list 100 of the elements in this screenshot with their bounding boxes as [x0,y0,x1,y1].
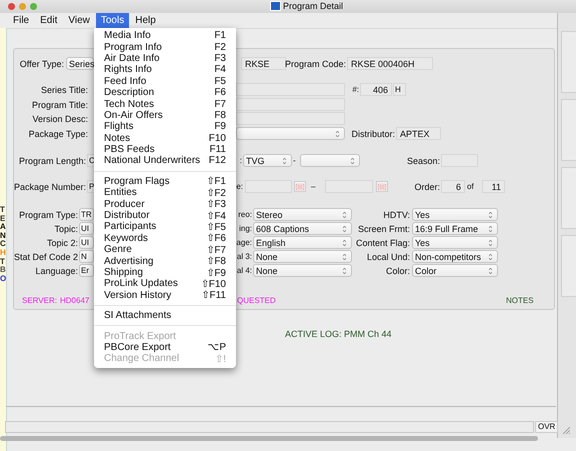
field-label: Distributor: [350,128,395,140]
zoom-button[interactable] [30,3,37,10]
dropdown[interactable]: English [253,236,352,249]
menu-item[interactable]: Feed Info F5 [94,76,236,87]
dropdown[interactable]: Series [66,57,94,70]
field-label: Topic 2: [46,236,78,249]
menu-item[interactable]: Tools [96,13,130,28]
dropdown[interactable]: Er [79,264,94,277]
field-label: age: [237,237,252,249]
menu-item[interactable]: Description F6 [94,86,236,98]
text-field[interactable] [236,112,345,125]
updown-arrows-icon [489,226,492,232]
menu-item[interactable]: Participants ⇧F5 [94,221,236,233]
menu-item[interactable]: Shipping ⇧F9 [94,266,236,278]
text-field[interactable]: RKSE 000406H [347,57,433,70]
menu-item[interactable]: Genre ⇧F7 [94,244,236,256]
field-label: – [311,181,316,193]
status-message: NOTES [506,296,535,305]
updown-arrows-icon [343,268,346,274]
minimize-button[interactable] [19,3,26,10]
calendar-button[interactable] [376,181,388,192]
dropdown[interactable]: N [79,250,94,263]
dropdown[interactable]: None [253,250,352,263]
menu-item[interactable]: ProLink Updates ⇧F10 [94,278,236,290]
field-label: Offer Type: [18,58,64,70]
text-field[interactable] [236,98,345,111]
dropdown[interactable]: 16:9 Full Frame [412,222,498,235]
updown-arrows-icon [336,131,339,137]
field-label: reo: [237,209,252,221]
updown-arrows-icon [489,268,492,274]
field-label: ing: [238,223,252,235]
dropdown[interactable] [236,127,345,140]
table-text: N [0,232,6,240]
field-label: #: [351,84,359,96]
field-label: Topic: [53,222,78,235]
dropdown[interactable]: UI [79,222,94,235]
text-field[interactable]: 406 [360,83,392,96]
menu-item[interactable]: PBS Feeds F11 [94,144,236,156]
field-label: Series Title: [40,84,88,96]
field-label: - [293,155,297,167]
menu-item[interactable]: Air Date Info F3 [94,52,236,64]
insert-mode: OVR [535,421,558,433]
field-label: HDTV: [382,208,410,221]
menu-item[interactable]: Producer ⇧F3 [94,198,236,210]
dropdown[interactable]: TVG [243,154,292,167]
text-field[interactable]: RKSE [241,57,286,70]
table-text: T [0,206,6,215]
menu-item[interactable]: Program Flags ⇧F1 [94,176,236,188]
calendar-icon [296,184,304,190]
field-label: Version Desc: [31,112,88,125]
dropdown[interactable]: Color [412,264,498,277]
menu-item[interactable]: Tech Notes F7 [94,98,236,110]
dropdown[interactable]: None [253,264,352,277]
field-label: al 3: [237,251,252,263]
dropdown[interactable]: Non-competitors [412,250,498,263]
close-button[interactable] [8,3,15,10]
dropdown[interactable]: TR [79,208,94,221]
menu-item[interactable]: PBCore Export ⌥P [94,342,236,354]
menu-item[interactable]: File [8,13,34,28]
dropdown[interactable] [300,154,360,167]
resize-grip-icon[interactable] [562,426,570,434]
updown-arrows-icon [489,254,492,260]
menu-item[interactable]: Notes F10 [94,132,236,144]
updown-arrows-icon [343,254,346,260]
menu-item[interactable]: Entities ⇧F2 [94,187,236,198]
status-message: QUESTED [237,296,277,305]
dropdown[interactable]: 608 Captions [253,222,352,235]
dropdown[interactable]: Yes [412,208,498,221]
menu-item[interactable]: Distributor ⇧F4 [94,210,236,222]
text-field[interactable]: 6 [441,180,465,193]
menu-item[interactable]: Advertising ⇧F8 [94,255,236,267]
field-label: Local Und: [366,250,410,263]
menu-item[interactable]: Rights Info F4 [94,64,236,76]
menu-item[interactable]: Program Info F2 [94,41,236,53]
menu-item[interactable]: View [63,13,95,28]
dropdown[interactable]: UI [79,236,94,249]
menu-item[interactable]: Help [130,13,161,28]
field-label: Content Flag: [354,236,410,249]
menu-item[interactable]: National Underwriters F12 [94,155,236,167]
text-field[interactable] [236,83,345,96]
menu-item[interactable]: Flights F9 [94,121,236,133]
field-label: of [467,181,475,193]
menu-item[interactable]: Version History ⇧F11 [94,290,236,301]
field-label: Color: [384,264,410,277]
menu-item[interactable]: SI Attachments [94,310,236,322]
menu-item[interactable]: Edit [35,13,62,28]
menu-item[interactable]: On-Air Offers F8 [94,110,236,122]
dropdown[interactable]: Stereo [253,208,352,221]
updown-arrows-icon [343,240,346,246]
calendar-button[interactable] [294,181,306,192]
table-text: H [0,248,6,258]
menu-item[interactable]: Keywords ⇧F6 [94,232,236,244]
text-field[interactable]: H [393,83,406,96]
updown-arrows-icon [283,158,286,164]
text-field[interactable]: 11 [482,180,505,193]
menu-item[interactable]: Media Info F1 [94,30,236,42]
field-label: Season: [406,154,440,167]
text-field[interactable]: APTEX [396,127,441,140]
dropdown[interactable]: Yes [412,236,498,249]
scrollbar[interactable] [0,436,538,441]
